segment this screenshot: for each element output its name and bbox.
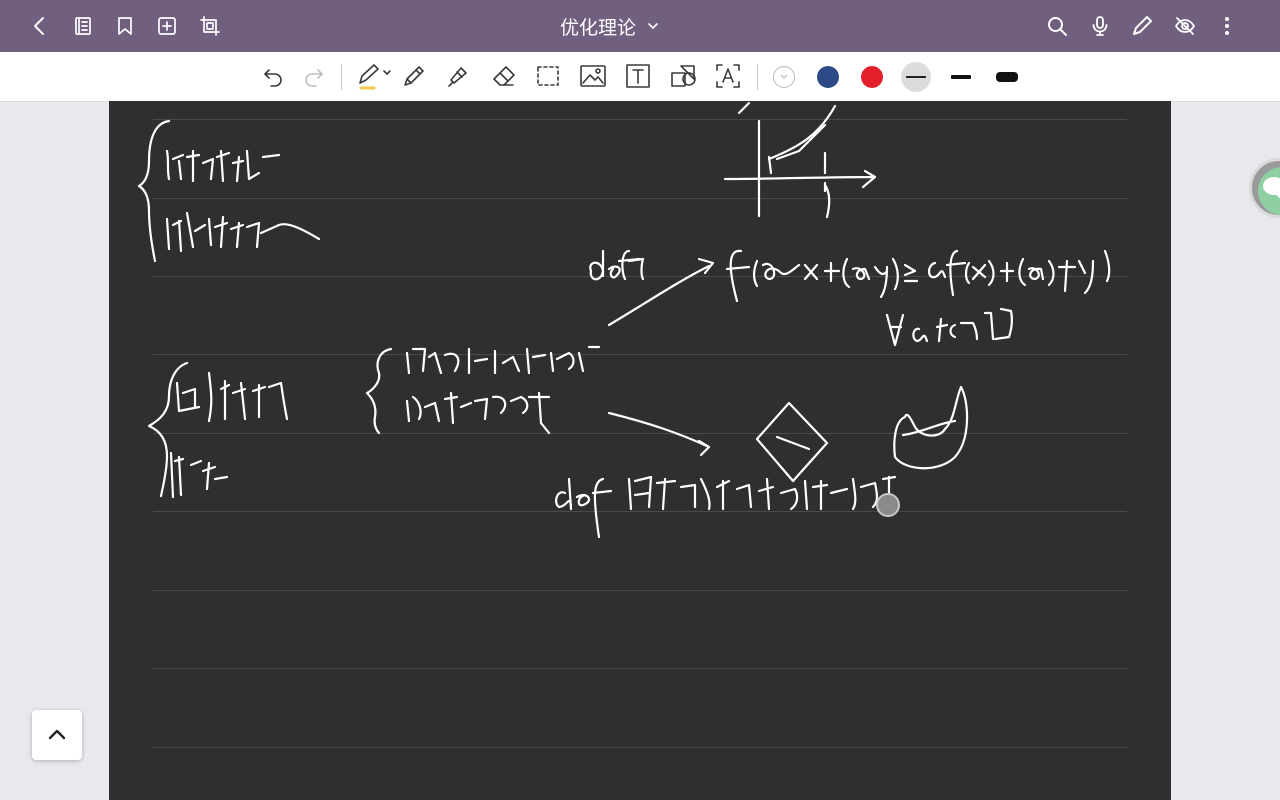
redo-icon[interactable]	[297, 59, 331, 93]
pen-mode-icon[interactable]	[1126, 10, 1158, 42]
stroke-width-medium[interactable]	[946, 62, 976, 92]
chat-icon	[1263, 177, 1280, 199]
notebook-pages-icon[interactable]	[67, 10, 99, 42]
more-icon[interactable]	[1211, 10, 1243, 42]
back-icon[interactable]	[24, 10, 56, 42]
navy-color-swatch[interactable]	[817, 66, 839, 88]
pen-tool-icon[interactable]	[353, 59, 395, 93]
stroke-width-thick[interactable]	[992, 62, 1022, 92]
undo-icon[interactable]	[256, 59, 290, 93]
toolbar-divider	[341, 64, 342, 90]
chevron-down-icon	[780, 74, 788, 79]
crop-icon[interactable]	[194, 10, 226, 42]
chevron-down-icon	[648, 23, 658, 29]
handwritten-ink	[137, 101, 1111, 539]
scroll-to-top-button[interactable]	[32, 710, 82, 760]
empty-color-swatch[interactable]	[773, 66, 795, 88]
highlighter-icon[interactable]	[441, 59, 475, 93]
note-page-canvas[interactable]	[109, 101, 1171, 800]
chevron-up-icon	[48, 729, 66, 740]
wechat-share-bubble[interactable]	[1249, 158, 1280, 218]
pencil-icon[interactable]	[397, 59, 431, 93]
hide-icon[interactable]	[1169, 10, 1201, 42]
notebook-title: 优化理论	[560, 16, 637, 39]
notebook-title-dropdown[interactable]: 优化理论	[560, 10, 660, 42]
red-color-swatch[interactable]	[861, 66, 883, 88]
search-icon[interactable]	[1041, 10, 1073, 42]
microphone-icon[interactable]	[1084, 10, 1116, 42]
ocr-text-icon[interactable]	[711, 59, 745, 93]
stylus-cursor	[876, 493, 900, 517]
stroke-width-thin[interactable]	[901, 62, 931, 92]
lasso-select-icon[interactable]	[531, 59, 565, 93]
add-page-icon[interactable]	[151, 10, 183, 42]
toolbar-divider	[757, 64, 758, 90]
top-bar: 优化理论	[0, 0, 1280, 52]
bookmark-icon[interactable]	[109, 10, 141, 42]
text-box-icon[interactable]	[621, 59, 655, 93]
drawing-toolbar	[0, 52, 1280, 102]
eraser-icon[interactable]	[487, 59, 521, 93]
image-icon[interactable]	[576, 59, 610, 93]
shape-icon[interactable]	[666, 59, 700, 93]
